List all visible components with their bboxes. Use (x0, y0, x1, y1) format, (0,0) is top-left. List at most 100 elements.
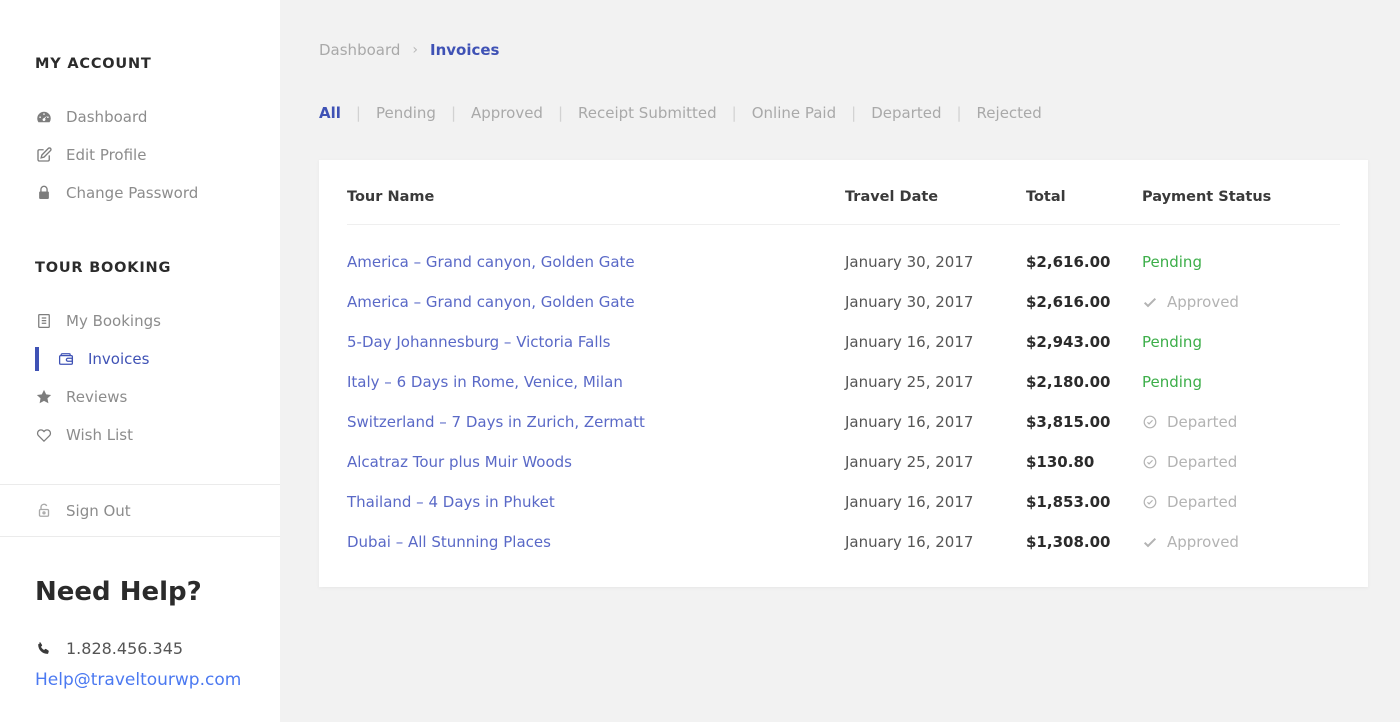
table-header-row: Tour Name Travel Date Total Payment Stat… (347, 160, 1340, 225)
sidebar-item-sign-out[interactable]: Sign Out (0, 484, 280, 537)
invoice-total: $2,180.00 (1026, 373, 1142, 391)
star-icon (35, 388, 53, 406)
filter-tab-pending[interactable]: Pending (376, 104, 436, 122)
invoice-row: Switzerland – 7 Days in Zurich, ZermattJ… (347, 402, 1340, 442)
table-body: America – Grand canyon, Golden Gate Janua… (347, 225, 1340, 587)
tab-separator: | (451, 104, 456, 122)
filter-tab-approved[interactable]: Approved (471, 104, 543, 122)
payment-status: Approved (1142, 293, 1340, 311)
travel-date: January 25, 2017 (845, 373, 1026, 391)
sign-out-label: Sign Out (66, 502, 131, 520)
sidebar-item-change-password[interactable]: Change Password (0, 174, 280, 212)
payment-status: Pending (1142, 253, 1340, 271)
unlock-icon (35, 502, 53, 520)
payment-status-label: Departed (1167, 453, 1237, 471)
tab-separator: | (851, 104, 856, 122)
bookings-icon (35, 312, 53, 330)
tab-separator: | (356, 104, 361, 122)
breadcrumb: Dashboard › Invoices (319, 41, 1368, 59)
tour-name-link[interactable]: Alcatraz Tour plus Muir Woods (347, 453, 572, 471)
column-header-payment-status: Payment Status (1142, 189, 1340, 205)
circle-check-icon (1142, 414, 1158, 430)
travel-date: January 30, 2017 (845, 253, 1026, 271)
need-help-heading: Need Help? (35, 577, 280, 607)
tour-name-link[interactable]: Italy – 6 Days in Rome, Venice, Milan (347, 373, 623, 391)
sidebar-item-label: Wish List (66, 426, 133, 444)
invoice-row: America – Grand canyon, Golden Gate Janua… (347, 242, 1340, 282)
filter-tab-all[interactable]: All (319, 104, 341, 122)
account-menu: Dashboard Edit ProfileChange Password (0, 98, 280, 212)
tab-separator: | (732, 104, 737, 122)
booking-menu: My Bookings Invoices Reviews Wish List (0, 302, 280, 454)
sidebar-item-label: Dashboard (66, 108, 147, 126)
filter-tab-departed[interactable]: Departed (871, 104, 941, 122)
sidebar-item-wish-list[interactable]: Wish List (0, 416, 280, 454)
sidebar-item-dashboard[interactable]: Dashboard (0, 98, 280, 136)
tour-name-link[interactable]: Thailand – 4 Days in Phuket (347, 493, 555, 511)
main-content: Dashboard › Invoices All | Pending | Approve… (280, 0, 1400, 722)
edit-icon (35, 146, 53, 164)
invoice-total: $130.80 (1026, 453, 1142, 471)
payment-status-label: Pending (1142, 373, 1202, 391)
sidebar-item-my-bookings[interactable]: My Bookings (0, 302, 280, 340)
payment-status: Departed (1142, 493, 1340, 511)
invoice-total: $3,815.00 (1026, 413, 1142, 431)
travel-date: January 25, 2017 (845, 453, 1026, 471)
payment-status: Pending (1142, 373, 1340, 391)
payment-status-label: Departed (1167, 493, 1237, 511)
breadcrumb-separator-icon: › (412, 42, 418, 58)
payment-status: Approved (1142, 533, 1340, 551)
payment-status-label: Approved (1167, 533, 1239, 551)
invoice-total: $2,616.00 (1026, 293, 1142, 311)
tour-name-link[interactable]: Dubai – All Stunning Places (347, 533, 551, 551)
tab-separator: | (558, 104, 563, 122)
column-header-total: Total (1026, 189, 1142, 205)
sidebar-section-heading-tour-booking: TOUR BOOKING (35, 212, 280, 276)
check-icon (1142, 294, 1158, 310)
invoice-total: $2,943.00 (1026, 333, 1142, 351)
sidebar-item-label: Reviews (66, 388, 127, 406)
invoice-row: Thailand – 4 Days in PhuketJanuary 16, 2… (347, 482, 1340, 522)
sidebar-item-label: My Bookings (66, 312, 161, 330)
column-header-travel-date: Travel Date (845, 189, 1026, 205)
circle-check-icon (1142, 454, 1158, 470)
invoice-total: $1,308.00 (1026, 533, 1142, 551)
breadcrumb-current-page: Invoices (430, 41, 499, 59)
tour-name-link[interactable]: America – Grand canyon, Golden Gate (347, 293, 635, 311)
lock-icon (35, 184, 53, 202)
sidebar-item-edit-profile[interactable]: Edit Profile (0, 136, 280, 174)
help-email-link[interactable]: Help@traveltourwp.com (35, 670, 280, 690)
sidebar-item-reviews[interactable]: Reviews (0, 378, 280, 416)
sidebar-item-invoices[interactable]: Invoices (0, 340, 280, 378)
tour-name-link[interactable]: Switzerland – 7 Days in Zurich, Zermatt (347, 413, 645, 431)
payment-status-label: Pending (1142, 333, 1202, 351)
heart-icon (35, 426, 53, 444)
sidebar: MY ACCOUNT Dashboard Edit ProfileChange P… (0, 0, 280, 722)
phone-row: 1.828.456.345 (35, 639, 280, 658)
travel-date: January 16, 2017 (845, 333, 1026, 351)
invoice-row: 5-Day Johannesburg – Victoria Falls Janua… (347, 322, 1340, 362)
sidebar-item-label: Invoices (88, 350, 149, 368)
column-header-tour-name: Tour Name (347, 189, 845, 205)
filter-tab-receipt-submitted[interactable]: Receipt Submitted (578, 104, 717, 122)
travel-date: January 30, 2017 (845, 293, 1026, 311)
payment-status: Pending (1142, 333, 1340, 351)
payment-status-label: Departed (1167, 413, 1237, 431)
payment-status-label: Pending (1142, 253, 1202, 271)
payment-status: Departed (1142, 453, 1340, 471)
invoice-row: America – Grand canyon, Golden Gate Janua… (347, 282, 1340, 322)
sidebar-section-heading-my-account: MY ACCOUNT (35, 0, 280, 72)
phone-icon (35, 640, 52, 657)
filter-tab-rejected[interactable]: Rejected (977, 104, 1042, 122)
circle-check-icon (1142, 494, 1158, 510)
invoice-total: $2,616.00 (1026, 253, 1142, 271)
filter-tab-online-paid[interactable]: Online Paid (752, 104, 836, 122)
invoices-table-card: Tour Name Travel Date Total Payment Stat… (319, 160, 1368, 587)
invoice-filter-tabs: All | Pending | Approved | Receipt Submitted | O… (319, 104, 1368, 122)
tour-name-link[interactable]: America – Grand canyon, Golden Gate (347, 253, 635, 271)
phone-number: 1.828.456.345 (66, 639, 183, 658)
breadcrumb-dashboard-link[interactable]: Dashboard (319, 41, 400, 59)
tour-name-link[interactable]: 5-Day Johannesburg – Victoria Falls (347, 333, 610, 351)
invoice-row: Alcatraz Tour plus Muir Woods January 25,… (347, 442, 1340, 482)
payment-status-label: Approved (1167, 293, 1239, 311)
